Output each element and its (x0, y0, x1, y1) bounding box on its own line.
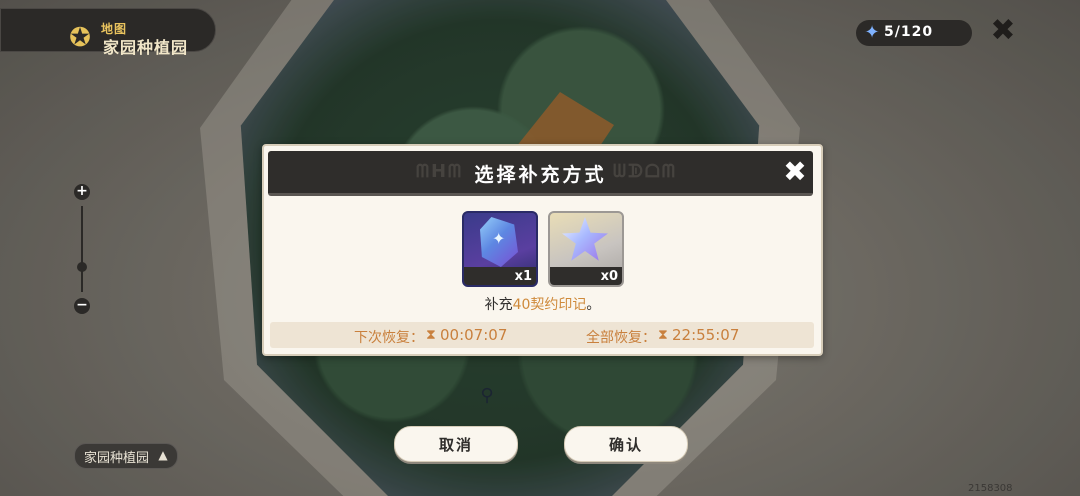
confirm-button-label: 确认 (608, 436, 643, 454)
confirm-button[interactable]: 确认 (564, 426, 688, 462)
map-icon: ✪ (69, 23, 91, 53)
location-button[interactable]: 家园种植园 ▲ (74, 443, 178, 469)
refill-description: 补充40契约印记。 (264, 294, 821, 314)
full-recover-time: 22:55:07 (672, 326, 740, 344)
plus-icon[interactable]: + (74, 184, 90, 200)
next-recover-time: 00:07:07 (440, 326, 508, 344)
close-icon[interactable]: ✖ (988, 16, 1018, 46)
cancel-button-label: 取消 (438, 436, 473, 454)
desc-highlight: 40契约印记 (512, 297, 587, 313)
hourglass-icon: ⧗ (658, 327, 668, 343)
version-tag: 2158308 (968, 483, 1013, 494)
minus-icon[interactable]: − (74, 298, 90, 314)
stamina-value: 5/120 (884, 24, 934, 40)
full-recover-label: 全部恢复： (586, 330, 656, 346)
cancel-button[interactable]: 取消 (394, 426, 518, 462)
desc-prefix: 补充 (484, 297, 513, 313)
item-count: x0 (600, 269, 618, 284)
map-title-main: 家园种植园 (103, 38, 189, 57)
refill-option-purple-crystal[interactable]: ✦ x1 (462, 211, 538, 287)
hourglass-icon: ⧗ (426, 327, 436, 343)
sparkle-icon: ✦ (492, 229, 506, 248)
mountain-icon: ▲ (158, 448, 168, 462)
close-icon[interactable]: ✖ (780, 157, 810, 187)
stamina-counter[interactable]: ✦ 5/120 (856, 20, 972, 46)
next-recover-label: 下次恢复： (354, 330, 424, 346)
map-title-plate: ✪ 地图 家园种植园 (0, 8, 216, 57)
dialog-header: ᗰᕼᗰ ᗯᗫᗝᗰ 选择补充方式 ✖ (268, 151, 813, 196)
location-label: 家园种植园 (84, 451, 150, 466)
zoom-handle[interactable] (77, 262, 87, 272)
recovery-timer-bar: 下次恢复： ⧗ 00:07:07 全部恢复： ⧗ 22:55:07 (270, 322, 814, 348)
zoom-track[interactable] (81, 206, 83, 292)
dialog-title: 选择补充方式 (474, 164, 607, 186)
refill-option-silver-star[interactable]: x0 (548, 211, 624, 287)
desc-suffix: 。 (586, 297, 601, 313)
refill-dialog: ᗰᕼᗰ ᗯᗫᗝᗰ 选择补充方式 ✖ ✦ x1 x0 补充40契约印记。 下次恢复… (262, 144, 823, 356)
item-count: x1 (514, 269, 532, 284)
star-crystal-icon: ✦ (864, 22, 880, 43)
silver-star-icon (562, 217, 608, 261)
